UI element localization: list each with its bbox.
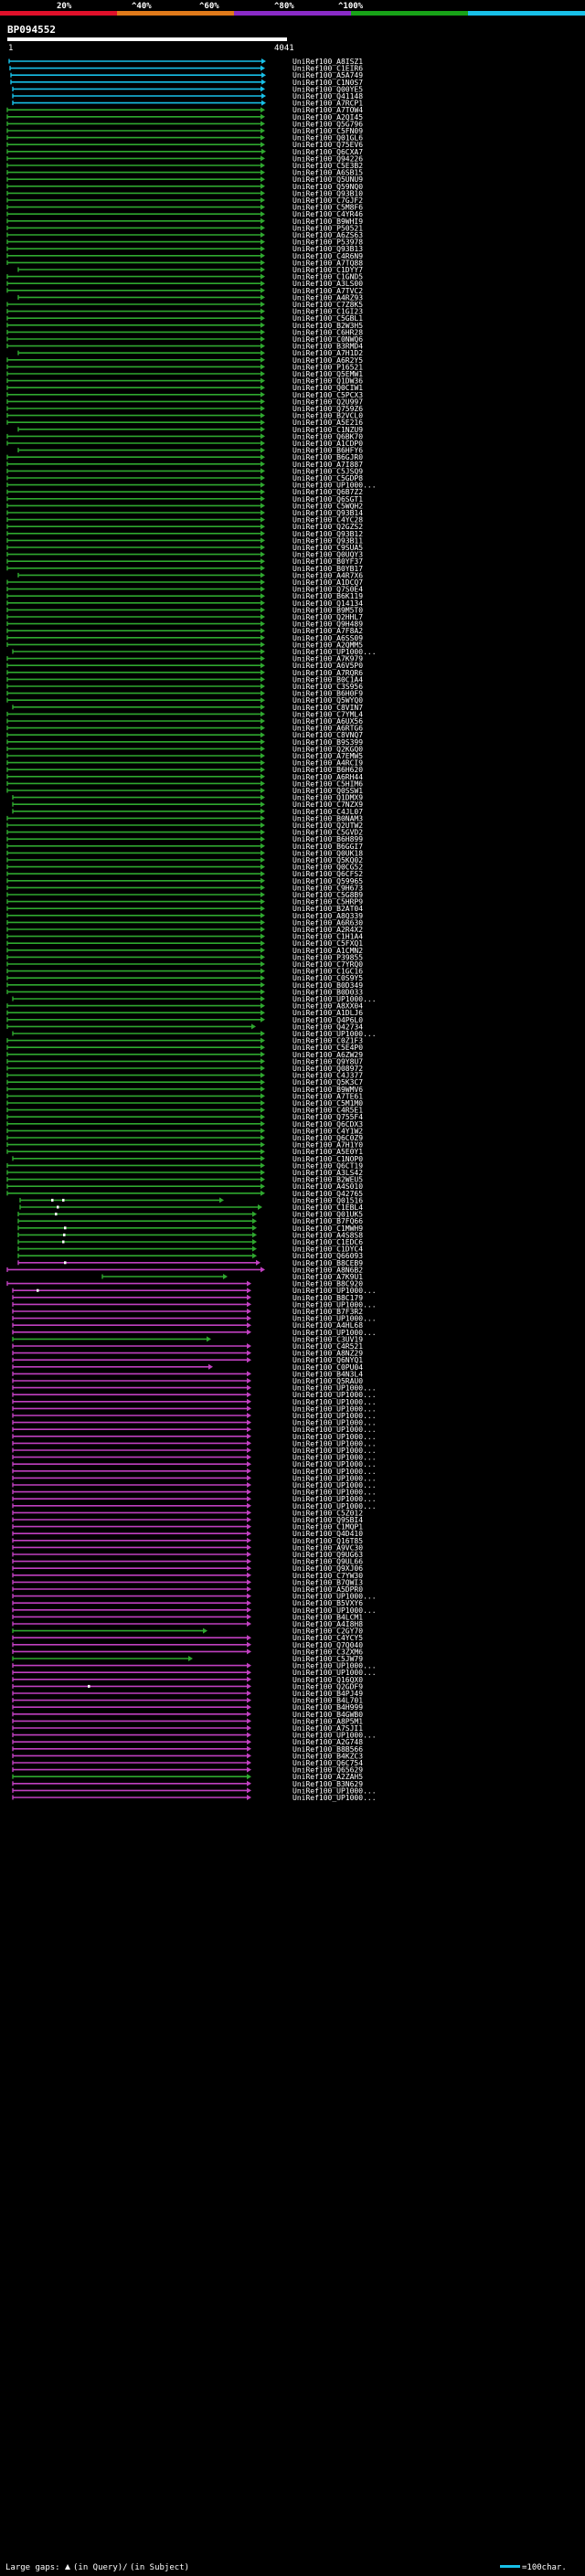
hit-gap-marker [57,1205,59,1209]
hit-gap-marker [64,1261,67,1265]
hit-gap-marker [51,1198,54,1202]
scale-segment [234,11,352,16]
hit-gap-marker [63,1233,66,1236]
scale-tick-label: ^40% [132,2,152,11]
hit-gap-marker [64,1226,67,1230]
hit-gap-marker [62,1198,65,1202]
query-start-label: 1 [8,44,13,53]
scale-tick-label: 20% [57,2,72,11]
query-end-label: 4041 [274,44,294,53]
subject-gap-label: (in Subject) [130,2563,189,2572]
hit-gap-marker [55,1213,58,1216]
scale-tick-label: ^60% [199,2,219,11]
alignment-overview-chart: 20% ^40% ^60% ^80% ^100% BP094552 1 4041 Uni… [0,0,585,2576]
scale-tick-label: ^80% [274,2,294,11]
query-id: BP094552 [7,24,56,36]
query-bar [7,37,287,41]
hit-gap-marker [62,1240,65,1244]
scale-segment [468,11,585,16]
scale-label: =100char. [522,2563,567,2572]
scale-segment [351,11,469,16]
query-gap-label: (in Query)/ [73,2563,128,2572]
hit-gap-marker [37,1288,39,1292]
scale-bar [500,2565,520,2568]
scale-segment [0,11,118,16]
large-gaps-label: Large gaps: [5,2563,60,2572]
scale-tick-label: ^100% [338,2,364,11]
hit-label: UniRef100_UP1000... [292,1794,377,1802]
scale-segment [117,11,235,16]
hit-gap-marker [88,1684,90,1688]
